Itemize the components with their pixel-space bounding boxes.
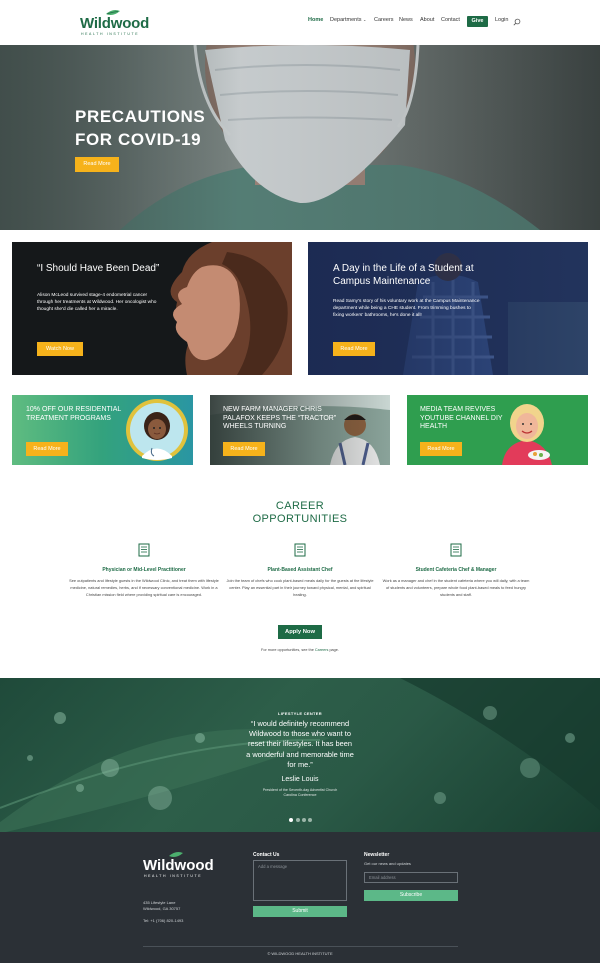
submit-button[interactable]: Submit	[253, 906, 347, 917]
nav-home[interactable]: Home	[308, 17, 323, 29]
logo-subtitle: HEALTH INSTITUTE	[81, 32, 140, 36]
email-input[interactable]: Email address	[364, 872, 458, 883]
message-placeholder: Add a message	[258, 864, 288, 869]
chevron-down-icon: ⌄	[363, 17, 367, 22]
read-more-button[interactable]: Read More	[420, 442, 462, 456]
site-footer: Wildwood HEALTH INSTITUTE 435 Lifestyle …	[0, 832, 600, 963]
promo-card-discount[interactable]: 10% OFF OUR RESIDENTIAL TREATMENT PROGRA…	[12, 395, 193, 465]
more-text-prefix: For more opportunities, see the	[261, 648, 315, 652]
email-placeholder: Email address	[369, 875, 396, 880]
careers-page-link[interactable]: Careers	[315, 648, 329, 652]
promo-card-student[interactable]: A Day in the Life of a Student at Campus…	[308, 242, 588, 375]
promo-card-farm[interactable]: NEW FARM MANAGER CHRIS PALAFOX KEEPS THE…	[210, 395, 390, 465]
nav-departments[interactable]: Departments ⌄	[330, 17, 366, 29]
promo-card-title: 10% OFF OUR RESIDENTIAL TREATMENT PROGRA…	[26, 406, 122, 422]
promo-card-title: “I Should Have Been Dead”	[37, 263, 160, 274]
job-title[interactable]: Plant-Based Assistant Chef	[220, 567, 380, 573]
newsletter-heading: Newsletter	[364, 852, 390, 858]
hero-title: PRECAUTIONS FOR COVID-19	[75, 105, 205, 151]
job-title[interactable]: Physician or Mid-Level Practitioner	[64, 567, 224, 573]
job-description: Work as a manager and chef in the studen…	[382, 578, 530, 598]
testimonial-name: Leslie Louis	[281, 776, 319, 783]
newsletter-text: Get our news and updates	[364, 861, 411, 866]
job-description: Join the team of chefs who cook plant-ba…	[226, 578, 374, 598]
more-text-suffix: page.	[328, 648, 339, 652]
nav-about[interactable]: About	[420, 17, 434, 29]
read-more-button[interactable]: Read More	[333, 342, 375, 356]
footer-logo-subtitle: HEALTH INSTITUTE	[144, 874, 203, 878]
nav-news[interactable]: News	[399, 17, 413, 29]
promo-card-title: NEW FARM MANAGER CHRIS PALAFOX KEEPS THE…	[223, 406, 337, 431]
search-icon[interactable]	[513, 18, 521, 26]
promo-card-testimonial[interactable]: “I Should Have Been Dead” Alison McLeod …	[12, 242, 292, 375]
watch-now-button[interactable]: Watch Now	[37, 342, 83, 356]
promo-card-text: Read Samy's story of his voluntary work …	[333, 299, 480, 319]
apply-now-button[interactable]: Apply Now	[278, 625, 322, 639]
contact-us-heading: Contact Us	[253, 852, 280, 858]
carousel-dot[interactable]	[296, 818, 300, 822]
careers-title: CAREER OPPORTUNITIES	[0, 500, 600, 526]
read-more-button[interactable]: Read More	[223, 442, 265, 456]
message-textarea[interactable]: Add a message	[253, 860, 347, 901]
copyright-text: © WILDWOOD HEALTH INSTITUTE	[267, 951, 333, 956]
nav-departments-label: Departments	[330, 17, 362, 23]
job-title[interactable]: Student Cafeteria Chef & Manager	[376, 567, 536, 573]
document-icon	[294, 543, 306, 557]
logo[interactable]: Wildwood HEALTH INSTITUTE	[80, 8, 150, 38]
testimonial-label: LIFESTYLE CENTER	[278, 711, 322, 716]
promo-card-title: MEDIA TEAM REVIVES YOUTUBE CHANNEL DIY H…	[420, 406, 503, 431]
hero-read-more-button[interactable]: Read More	[75, 157, 119, 172]
hero-banner: PRECAUTIONS FOR COVID-19 Read More	[0, 45, 600, 230]
address-line2: Wildwood, GA 30757	[143, 906, 181, 911]
give-button[interactable]: Give	[467, 16, 488, 27]
more-opportunities-text: For more opportunities, see the Careers …	[0, 648, 600, 652]
testimonial-role: President of the Seventh-day Adventist C…	[262, 788, 338, 797]
document-icon	[138, 543, 150, 557]
carousel-dot-active[interactable]	[289, 818, 293, 822]
carousel-dot[interactable]	[308, 818, 312, 822]
careers-title-line1: CAREER	[275, 500, 325, 512]
login-link[interactable]: Login	[495, 17, 508, 29]
promo-card-media[interactable]: MEDIA TEAM REVIVES YOUTUBE CHANNEL DIY H…	[407, 395, 588, 465]
promo-card-text: Alison McLeod survived stage-4 endometri…	[37, 293, 157, 313]
hero-title-line2: FOR COVID-19	[75, 130, 202, 149]
testimonial-section: LIFESTYLE CENTER “I would definitely rec…	[0, 678, 600, 832]
subscribe-button[interactable]: Subscribe	[364, 890, 458, 901]
footer-logo[interactable]: Wildwood HEALTH INSTITUTE	[143, 850, 214, 880]
footer-divider	[143, 946, 458, 947]
nav-contact[interactable]: Contact	[441, 17, 460, 29]
footer-logo-text: Wildwood	[143, 857, 214, 874]
job-description: See outpatients and lifestyle guests in …	[69, 578, 219, 598]
site-header: Wildwood HEALTH INSTITUTE Home Departmen…	[0, 0, 600, 45]
testimonial-quote: “I would definitely recommend Wildwood t…	[246, 719, 354, 769]
document-icon	[450, 543, 462, 557]
nav-careers[interactable]: Careers	[374, 17, 394, 29]
read-more-button[interactable]: Read More	[26, 442, 68, 456]
phone-number: Tel: +1 (706) 820-1493	[143, 918, 184, 923]
hero-title-line1: PRECAUTIONS	[75, 107, 206, 126]
careers-title-line2: OPPORTUNITIES	[252, 513, 348, 525]
logo-text: Wildwood	[80, 15, 150, 32]
promo-card-title: A Day in the Life of a Student at Campus…	[333, 263, 474, 287]
carousel-dot[interactable]	[302, 818, 306, 822]
